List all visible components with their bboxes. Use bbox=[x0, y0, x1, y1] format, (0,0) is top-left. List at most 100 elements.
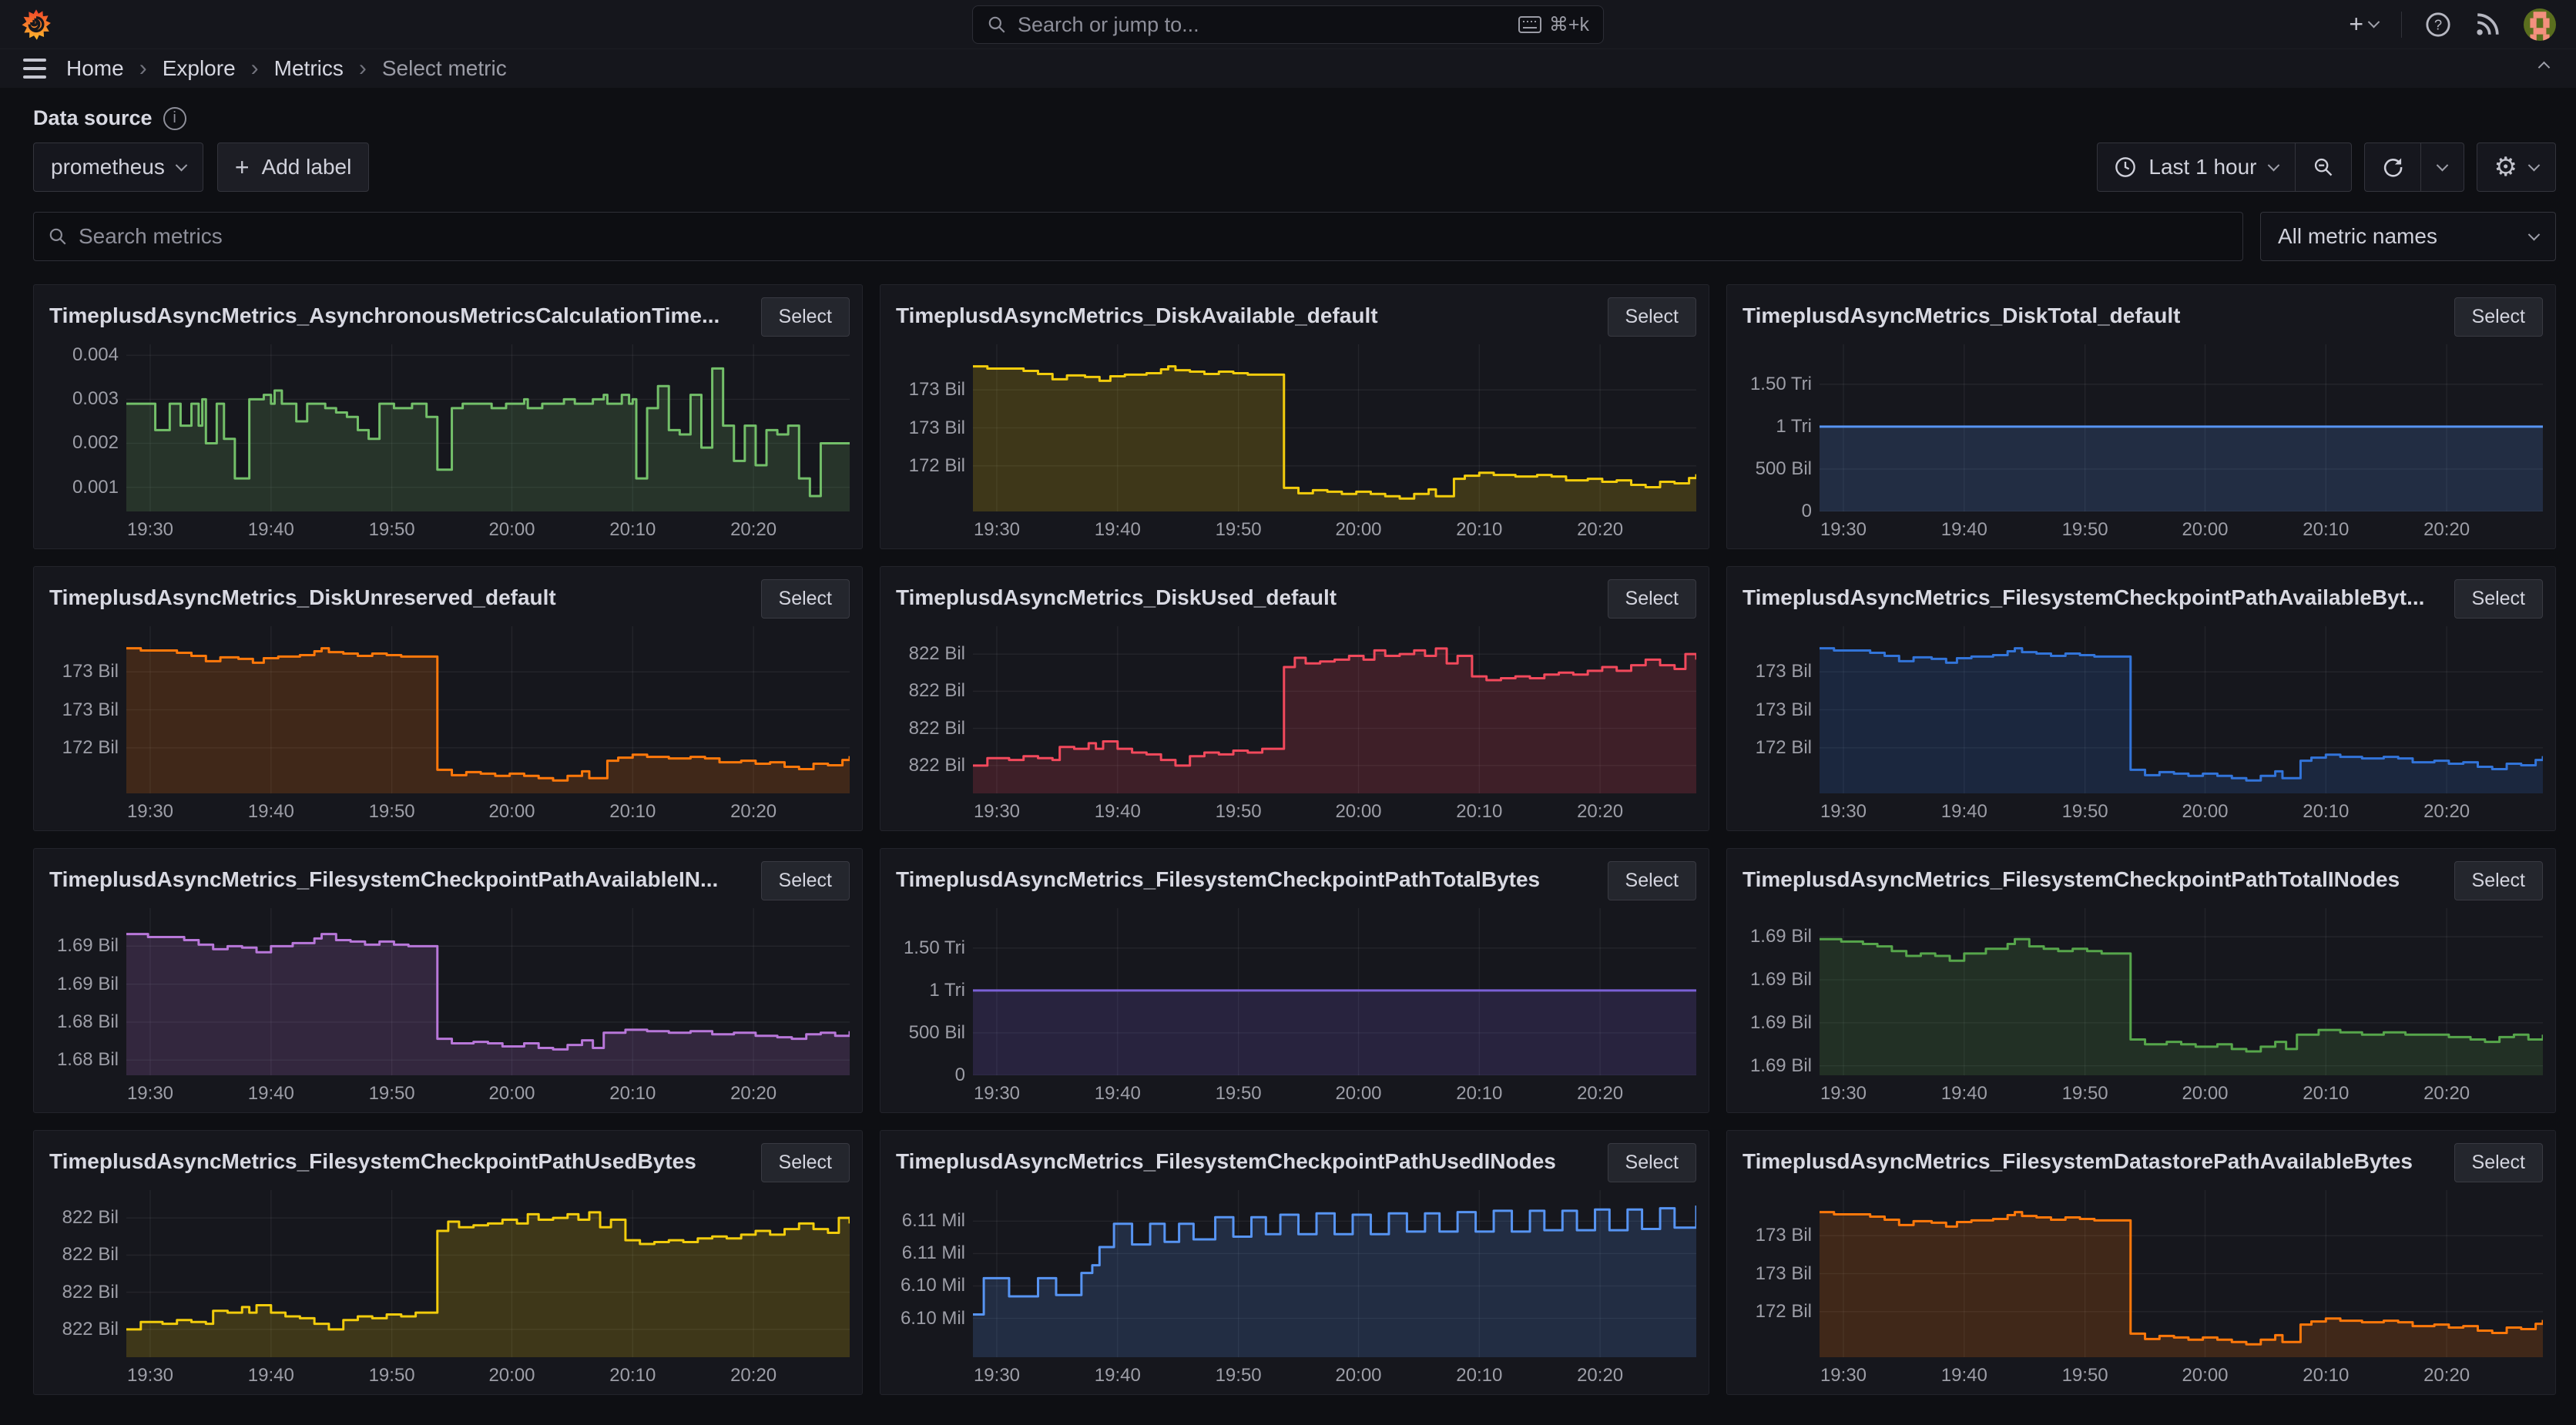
x-tick-label: 20:20 bbox=[730, 801, 777, 822]
metric-title: TimeplusdAsyncMetrics_AsynchronousMetric… bbox=[49, 303, 720, 327]
y-tick-label: 173 Bil bbox=[908, 417, 965, 438]
metric-title: TimeplusdAsyncMetrics_FilesystemCheckpoi… bbox=[896, 867, 1541, 891]
chart-plot bbox=[126, 1190, 850, 1357]
x-axis-labels: 19:30 19:40 19:50 20:00 20:10 20:20 bbox=[126, 1075, 850, 1106]
query-controls: Data source i prometheus + Add label Las… bbox=[0, 88, 2576, 261]
y-tick-label: 6.11 Mil bbox=[901, 1242, 965, 1264]
y-tick-label: 500 Bil bbox=[1755, 458, 1812, 479]
x-tick-label: 19:30 bbox=[973, 801, 1021, 822]
x-axis-labels: 19:30 19:40 19:50 20:00 20:10 20:20 bbox=[973, 1075, 1696, 1106]
x-tick-label: 19:50 bbox=[2061, 801, 2108, 822]
select-metric-button[interactable]: Select bbox=[2454, 1143, 2543, 1182]
x-tick-label: 20:00 bbox=[488, 1083, 535, 1104]
select-metric-button[interactable]: Select bbox=[2454, 579, 2543, 619]
grafana-logo[interactable] bbox=[20, 8, 52, 41]
settings-button[interactable]: ⚙ bbox=[2476, 142, 2556, 192]
y-axis-labels: 173 Bil 173 Bil 172 Bil bbox=[1733, 1190, 1820, 1357]
breadcrumb-home[interactable]: Home bbox=[66, 56, 124, 81]
chart-plot bbox=[1820, 1190, 2543, 1357]
help-icon[interactable]: ? bbox=[2425, 12, 2451, 38]
metric-panel: TimeplusdAsyncMetrics_DiskTotal_default … bbox=[1726, 284, 2556, 549]
x-axis-labels: 19:30 19:40 19:50 20:00 20:10 20:20 bbox=[973, 511, 1696, 542]
metric-title: TimeplusdAsyncMetrics_FilesystemCheckpoi… bbox=[896, 1149, 1556, 1173]
y-tick-label: 1.69 Bil bbox=[56, 935, 119, 957]
breadcrumb-bar: Home › Explore › Metrics › Select metric bbox=[0, 49, 2576, 88]
add-label-button[interactable]: + Add label bbox=[216, 142, 370, 192]
refresh-button[interactable] bbox=[2363, 142, 2420, 192]
metric-search-box[interactable] bbox=[33, 212, 2243, 261]
time-range-picker[interactable]: Last 1 hour bbox=[2097, 142, 2295, 192]
info-icon[interactable]: i bbox=[163, 106, 186, 130]
x-axis-labels: 19:30 19:40 19:50 20:00 20:10 20:20 bbox=[1820, 511, 2543, 542]
x-tick-label: 20:10 bbox=[1456, 1083, 1503, 1104]
x-tick-label: 20:20 bbox=[1577, 801, 1624, 822]
y-tick-label: 1.69 Bil bbox=[1749, 1011, 1812, 1033]
metric-chart: 173 Bil 173 Bil 172 Bil 19:30 19:40 19:50 20:… bbox=[34, 622, 862, 830]
user-avatar[interactable] bbox=[2524, 8, 2556, 41]
select-metric-button[interactable]: Select bbox=[1607, 579, 1696, 619]
x-tick-label: 20:20 bbox=[1577, 519, 1624, 540]
chart-plot bbox=[973, 626, 1696, 793]
y-tick-label: 1.50 Tri bbox=[903, 937, 965, 958]
x-axis-labels: 19:30 19:40 19:50 20:00 20:10 20:20 bbox=[973, 793, 1696, 824]
x-tick-label: 20:10 bbox=[1456, 519, 1503, 540]
svg-text:?: ? bbox=[2434, 16, 2442, 32]
metric-chart: 1.69 Bil 1.69 Bil 1.69 Bil 1.69 Bil 19:30 19… bbox=[1727, 904, 2555, 1112]
refresh-interval-dropdown[interactable] bbox=[2420, 142, 2464, 192]
x-tick-label: 20:10 bbox=[2303, 1365, 2350, 1386]
zoom-out-button[interactable] bbox=[2294, 142, 2352, 192]
x-tick-label: 19:50 bbox=[1215, 1365, 1262, 1386]
select-metric-button[interactable]: Select bbox=[760, 861, 850, 900]
x-tick-label: 19:50 bbox=[368, 1365, 415, 1386]
select-metric-button[interactable]: Select bbox=[1607, 861, 1696, 900]
metric-chart: 1.69 Bil 1.69 Bil 1.68 Bil 1.68 Bil 19:30 19… bbox=[34, 904, 862, 1112]
menu-toggle-icon[interactable] bbox=[23, 59, 46, 79]
metric-chart: 6.11 Mil 6.11 Mil 6.10 Mil 6.10 Mil 19:30 19… bbox=[880, 1185, 1709, 1394]
select-metric-button[interactable]: Select bbox=[760, 1143, 850, 1182]
select-metric-button[interactable]: Select bbox=[760, 297, 850, 337]
add-new-button[interactable]: + bbox=[2349, 10, 2380, 39]
y-tick-label: 173 Bil bbox=[1755, 699, 1812, 720]
breadcrumb-metrics[interactable]: Metrics bbox=[274, 56, 344, 81]
select-metric-button[interactable]: Select bbox=[760, 579, 850, 619]
x-tick-label: 20:00 bbox=[1335, 801, 1382, 822]
x-axis-labels: 19:30 19:40 19:50 20:00 20:10 20:20 bbox=[1820, 1357, 2543, 1388]
datasource-picker[interactable]: prometheus bbox=[33, 142, 203, 192]
x-tick-label: 20:10 bbox=[609, 1365, 656, 1386]
metric-name-filter[interactable]: All metric names bbox=[2260, 212, 2556, 261]
y-tick-label: 6.11 Mil bbox=[901, 1210, 965, 1232]
search-icon bbox=[49, 228, 66, 245]
select-metric-button[interactable]: Select bbox=[2454, 297, 2543, 337]
chevron-down-icon bbox=[175, 159, 188, 171]
gear-icon: ⚙ bbox=[2494, 153, 2517, 182]
collapse-header-button[interactable] bbox=[2535, 57, 2553, 80]
x-tick-label: 19:40 bbox=[247, 1083, 294, 1104]
chart-plot bbox=[973, 908, 1696, 1075]
y-tick-label: 172 Bil bbox=[908, 454, 965, 476]
metric-panel: TimeplusdAsyncMetrics_FilesystemDatastor… bbox=[1726, 1130, 2556, 1395]
metric-search-input[interactable] bbox=[79, 224, 2229, 249]
x-tick-label: 20:10 bbox=[2303, 801, 2350, 822]
y-axis-labels: 1.69 Bil 1.69 Bil 1.69 Bil 1.69 Bil bbox=[1733, 908, 1820, 1075]
x-tick-label: 19:30 bbox=[973, 519, 1021, 540]
y-tick-label: 500 Bil bbox=[908, 1021, 965, 1043]
select-metric-button[interactable]: Select bbox=[2454, 861, 2543, 900]
select-metric-button[interactable]: Select bbox=[1607, 1143, 1696, 1182]
y-axis-labels: 6.11 Mil 6.11 Mil 6.10 Mil 6.10 Mil bbox=[887, 1190, 973, 1357]
global-search[interactable]: ⌘+k bbox=[972, 5, 1604, 44]
metric-panel: TimeplusdAsyncMetrics_FilesystemCheckpoi… bbox=[880, 848, 1709, 1113]
chevron-down-icon bbox=[2267, 159, 2279, 171]
breadcrumb-current: Select metric bbox=[381, 56, 507, 80]
select-metric-button[interactable]: Select bbox=[1607, 297, 1696, 337]
y-tick-label: 173 Bil bbox=[1755, 1262, 1812, 1284]
news-rss-icon[interactable] bbox=[2474, 12, 2501, 38]
x-tick-label: 19:30 bbox=[1820, 1365, 1867, 1386]
global-search-input[interactable] bbox=[1018, 12, 1508, 37]
y-tick-label: 173 Bil bbox=[1755, 661, 1812, 682]
x-tick-label: 20:10 bbox=[2303, 1083, 2350, 1104]
breadcrumb-separator: › bbox=[139, 55, 147, 81]
metric-chart: 173 Bil 173 Bil 172 Bil 19:30 19:40 19:50 20:… bbox=[880, 340, 1709, 548]
breadcrumb-explore[interactable]: Explore bbox=[163, 56, 236, 81]
y-tick-label: 0.003 bbox=[72, 388, 119, 410]
chevron-up-icon bbox=[2537, 61, 2551, 74]
